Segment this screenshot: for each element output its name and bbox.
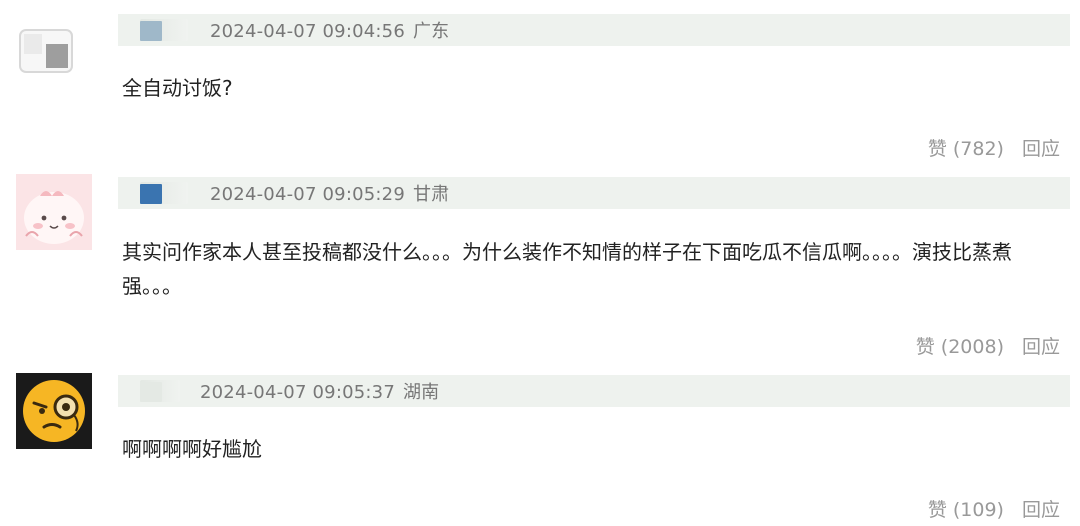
like-button[interactable]: 赞 (782) — [928, 138, 1004, 160]
comment-timestamp: 2024-04-07 09:04:56 — [210, 21, 405, 42]
comment-meta: 2024-04-07 09:05:29 甘肃 — [210, 180, 449, 206]
comment-actions: 赞 (109) 回应 — [928, 495, 1060, 522]
avatar[interactable] — [16, 20, 82, 82]
comment-actions: 赞 (2008) 回应 — [916, 332, 1060, 359]
reply-button[interactable]: 回应 — [1022, 499, 1060, 521]
comment-meta-bar: 2024-04-07 09:04:56 广东 — [118, 14, 1070, 46]
comment-meta-bar: 2024-04-07 09:05:29 甘肃 — [118, 177, 1070, 209]
comment-text: 其实问作家本人甚至投稿都没什么。。。为什么装作不知情的样子在下面吃瓜不信瓜啊。。… — [122, 240, 1012, 298]
username-chip — [140, 184, 162, 204]
comment-timestamp: 2024-04-07 09:05:37 — [200, 382, 395, 403]
comment-meta: 2024-04-07 09:05:37 湖南 — [200, 378, 439, 404]
reply-button[interactable]: 回应 — [1022, 138, 1060, 160]
comment-text: 全自动讨饭? — [122, 76, 233, 100]
comment-meta: 2024-04-07 09:04:56 广东 — [210, 17, 449, 43]
comment-timestamp: 2024-04-07 09:05:29 — [210, 184, 405, 205]
like-button[interactable]: 赞 (109) — [928, 499, 1004, 521]
comment-meta-bar: 2024-04-07 09:05:37 湖南 — [118, 375, 1070, 407]
comment-location: 广东 — [412, 21, 450, 42]
reply-button[interactable]: 回应 — [1022, 336, 1060, 358]
username-blurred[interactable] — [140, 380, 180, 402]
username-chip — [140, 382, 162, 402]
username-blurred[interactable] — [140, 182, 188, 204]
avatar[interactable] — [16, 174, 92, 250]
like-button[interactable]: 赞 (2008) — [916, 336, 1004, 358]
comment-location: 甘肃 — [412, 184, 450, 205]
comment-location: 湖南 — [402, 382, 440, 403]
comment-text: 啊啊啊啊好尴尬 — [122, 437, 262, 461]
avatar[interactable] — [16, 373, 92, 449]
username-chip — [140, 21, 162, 41]
comment-actions: 赞 (782) 回应 — [928, 134, 1060, 161]
username-blurred[interactable] — [140, 19, 188, 41]
